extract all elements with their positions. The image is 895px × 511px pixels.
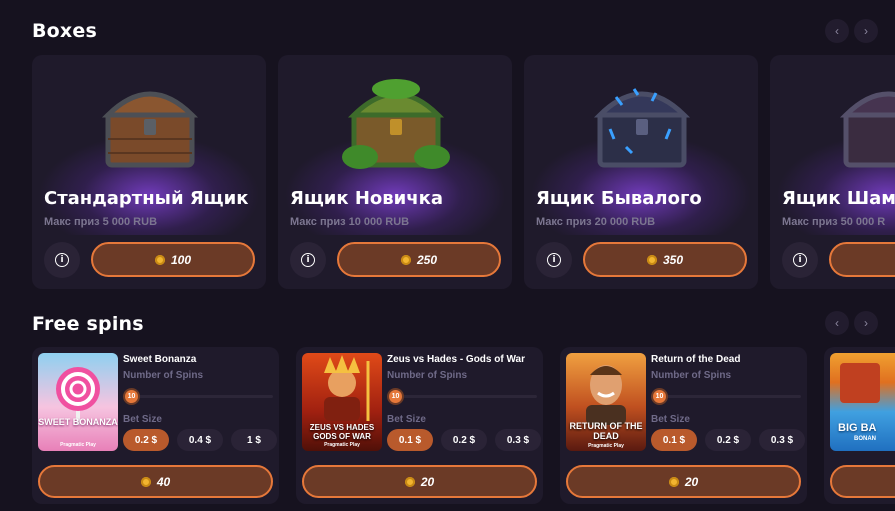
chevron-left-icon: ‹ <box>835 24 839 38</box>
boxes-prev-button[interactable]: ‹ <box>825 19 849 43</box>
spins-buy-button[interactable]: 20 <box>302 465 537 498</box>
coin-icon <box>646 254 657 265</box>
info-icon: i <box>793 253 807 267</box>
box-max-prize: Макс приз 20 000 RUB <box>536 216 656 228</box>
bet-option[interactable]: 0.2 $ <box>123 429 169 451</box>
box-card-shaman[interactable]: Ящик Шам Макс приз 50 000 R i <box>770 55 895 289</box>
spins-slider-handle[interactable]: 10 <box>123 388 140 405</box>
bet-option[interactable]: 0.2 $ <box>705 429 751 451</box>
game-thumbnail[interactable]: ZEUS VS HADES GODS OF WAR Pragmatic Play <box>302 353 382 451</box>
veteran-chest-icon <box>593 88 691 168</box>
coin-icon <box>668 476 679 487</box>
spins-buy-button[interactable] <box>830 465 895 498</box>
spins-prev-button[interactable]: ‹ <box>825 311 849 335</box>
spins-price: 20 <box>684 474 699 489</box>
spins-slider-track[interactable] <box>651 395 801 398</box>
game-title: Sweet Bonanza <box>123 354 197 365</box>
box-info-button[interactable]: i <box>782 242 818 278</box>
bet-size-label: Bet Size <box>651 414 690 425</box>
bet-option[interactable]: 0.3 $ <box>759 429 805 451</box>
bet-option[interactable]: 0.3 $ <box>495 429 541 451</box>
shaman-chest-icon <box>839 91 895 168</box>
spin-card-zeus-vs-hades[interactable]: ZEUS VS HADES GODS OF WAR Pragmatic Play… <box>296 347 543 504</box>
box-buy-button[interactable] <box>829 242 895 277</box>
info-icon: i <box>301 253 315 267</box>
game-thumbnail[interactable]: SWEET BONANZA Pragmatic Play <box>38 353 118 451</box>
coin-icon <box>154 254 165 265</box>
bet-size-label: Bet Size <box>387 414 426 425</box>
spins-label: Number of Spins <box>123 370 204 381</box>
bet-option[interactable]: 0.1 $ <box>651 429 697 451</box>
game-title: Return of the Dead <box>651 354 741 365</box>
thumb-provider: Pragmatic Play <box>60 442 96 448</box>
boxes-next-button[interactable]: › <box>854 19 878 43</box>
box-buy-button[interactable]: 250 <box>337 242 501 277</box>
free-spins-title: Free spins <box>32 313 144 335</box>
spins-label: Number of Spins <box>651 370 732 381</box>
boxes-title: Boxes <box>32 20 97 42</box>
spins-buy-button[interactable]: 20 <box>566 465 801 498</box>
coin-icon <box>140 476 151 487</box>
box-name: Стандартный Ящик <box>44 188 249 209</box>
box-card-veteran[interactable]: Ящик Бывалого Макс приз 20 000 RUB i 350 <box>524 55 758 289</box>
thumb-title: SWEET BONANZA <box>38 417 118 427</box>
game-title: Zeus vs Hades - Gods of War <box>387 354 525 365</box>
spins-slider-track[interactable] <box>387 395 537 398</box>
box-max-prize: Макс приз 5 000 RUB <box>44 216 158 228</box>
spin-card-big-bass-bonanza[interactable]: BIG BA BONAN <box>824 347 895 504</box>
thumb-provider: Pragmatic Play <box>588 443 624 449</box>
bet-option[interactable]: 1 $ <box>231 429 277 451</box>
box-name: Ящик Новичка <box>290 188 444 209</box>
spins-price: 40 <box>156 474 171 489</box>
bet-option[interactable]: 0.2 $ <box>441 429 487 451</box>
spins-slider-track[interactable] <box>123 395 273 398</box>
lollipop-icon <box>56 367 100 425</box>
box-info-button[interactable]: i <box>536 242 572 278</box>
spins-price: 20 <box>420 474 435 489</box>
spins-label: Number of Spins <box>387 370 468 381</box>
box-price: 350 <box>662 252 684 267</box>
box-max-prize: Макс приз 50 000 R <box>782 216 886 228</box>
thumb-title: BIG BA <box>838 422 877 434</box>
box-price: 100 <box>170 252 192 267</box>
novice-chest-icon <box>342 79 450 169</box>
thumb-provider: Pragmatic Play <box>324 442 360 448</box>
spins-slider-handle[interactable]: 10 <box>651 388 668 405</box>
box-buy-button[interactable]: 350 <box>583 242 747 277</box>
page: Boxes ‹ › Стандартный Ящик Макс приз 5 0… <box>0 0 895 511</box>
bet-size-label: Bet Size <box>123 414 162 425</box>
spin-card-sweet-bonanza[interactable]: SWEET BONANZA Pragmatic Play Sweet Bonan… <box>32 347 279 504</box>
chevron-left-icon: ‹ <box>835 316 839 330</box>
spins-slider-handle[interactable]: 10 <box>387 388 404 405</box>
bet-option[interactable]: 0.4 $ <box>177 429 223 451</box>
info-icon: i <box>55 253 69 267</box>
box-name: Ящик Шам <box>782 188 895 209</box>
info-icon: i <box>547 253 561 267</box>
box-price: 250 <box>416 252 438 267</box>
game-thumbnail[interactable]: BIG BA BONAN <box>830 353 895 451</box>
spin-card-return-of-the-dead[interactable]: RETURN OF THE DEAD Pragmatic Play Return… <box>560 347 807 504</box>
spins-buy-button[interactable]: 40 <box>38 465 273 498</box>
bet-option[interactable]: 0.1 $ <box>387 429 433 451</box>
coin-icon <box>400 254 411 265</box>
coin-icon <box>404 476 415 487</box>
chevron-right-icon: › <box>864 24 868 38</box>
thumb-title: RETURN OF THE DEAD <box>569 421 643 441</box>
box-buy-button[interactable]: 100 <box>91 242 255 277</box>
game-thumbnail[interactable]: RETURN OF THE DEAD Pragmatic Play <box>566 353 646 451</box>
standard-chest-icon <box>101 91 199 168</box>
box-name: Ящик Бывалого <box>536 188 702 209</box>
chevron-right-icon: › <box>864 316 868 330</box>
box-info-button[interactable]: i <box>290 242 326 278</box>
thumb-provider: BONAN <box>854 436 876 442</box>
thumb-title: ZEUS VS HADES GODS OF WAR <box>309 423 375 441</box>
box-max-prize: Макс приз 10 000 RUB <box>290 216 410 228</box>
box-info-button[interactable]: i <box>44 242 80 278</box>
box-card-novice[interactable]: Ящик Новичка Макс приз 10 000 RUB i 250 <box>278 55 512 289</box>
box-card-standard[interactable]: Стандартный Ящик Макс приз 5 000 RUB i 1… <box>32 55 266 289</box>
spins-next-button[interactable]: › <box>854 311 878 335</box>
